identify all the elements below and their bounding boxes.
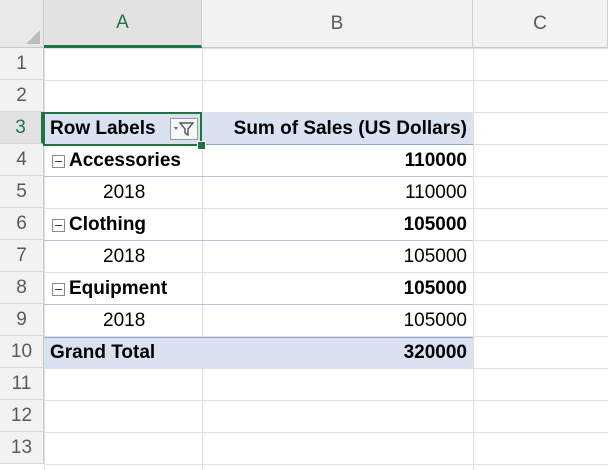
collapse-minus-icon[interactable] — [52, 154, 65, 168]
row-header-11[interactable]: 11 — [0, 368, 44, 400]
row-header-12[interactable]: 12 — [0, 400, 44, 432]
year-value[interactable]: 105000 — [202, 305, 473, 337]
row-header-2[interactable]: 2 — [0, 80, 44, 112]
year-label[interactable]: 2018 — [103, 305, 202, 337]
pivot-group-row[interactable]: Equipment — [52, 273, 202, 305]
group-label: Equipment — [69, 278, 168, 299]
column-divider — [473, 48, 474, 470]
column-header-b[interactable]: B — [202, 0, 473, 48]
row-header-1[interactable]: 1 — [0, 48, 44, 80]
spreadsheet: A B C 1 2 3 4 5 6 7 8 9 10 11 12 13 Row … — [0, 0, 608, 470]
select-all-corner[interactable] — [0, 0, 44, 48]
group-label: Accessories — [69, 150, 181, 171]
row-header-10[interactable]: 10 — [0, 336, 44, 368]
column-header-c[interactable]: C — [473, 0, 608, 48]
row-header-6[interactable]: 6 — [0, 208, 44, 240]
year-label[interactable]: 2018 — [103, 241, 202, 273]
collapse-minus-icon[interactable] — [52, 218, 65, 232]
pivot-group-row[interactable]: Accessories — [52, 145, 202, 177]
year-value[interactable]: 110000 — [202, 177, 473, 209]
grand-total-label[interactable]: Grand Total — [50, 337, 200, 369]
year-label[interactable]: 2018 — [103, 177, 202, 209]
row-header-7[interactable]: 7 — [0, 240, 44, 272]
group-total-value[interactable]: 105000 — [202, 273, 473, 305]
active-cell-border — [43, 112, 202, 146]
column-header-a[interactable]: A — [44, 0, 202, 48]
row-header-3[interactable]: 3 — [0, 112, 44, 144]
row-header-8[interactable]: 8 — [0, 272, 44, 304]
row-header-9[interactable]: 9 — [0, 304, 44, 336]
row-header-5[interactable]: 5 — [0, 176, 44, 208]
group-total-value[interactable]: 110000 — [202, 145, 473, 177]
group-label: Clothing — [69, 214, 147, 235]
pivot-value-header[interactable]: Sum of Sales (US Dollars) — [202, 113, 473, 145]
year-value[interactable]: 105000 — [202, 241, 473, 273]
row-header-13[interactable]: 13 — [0, 432, 44, 464]
fill-handle[interactable] — [197, 141, 206, 150]
collapse-minus-icon[interactable] — [52, 282, 65, 296]
grand-total-value[interactable]: 320000 — [202, 337, 473, 369]
row-header-4[interactable]: 4 — [0, 144, 44, 176]
group-total-value[interactable]: 105000 — [202, 209, 473, 241]
pivot-group-row[interactable]: Clothing — [52, 209, 202, 241]
